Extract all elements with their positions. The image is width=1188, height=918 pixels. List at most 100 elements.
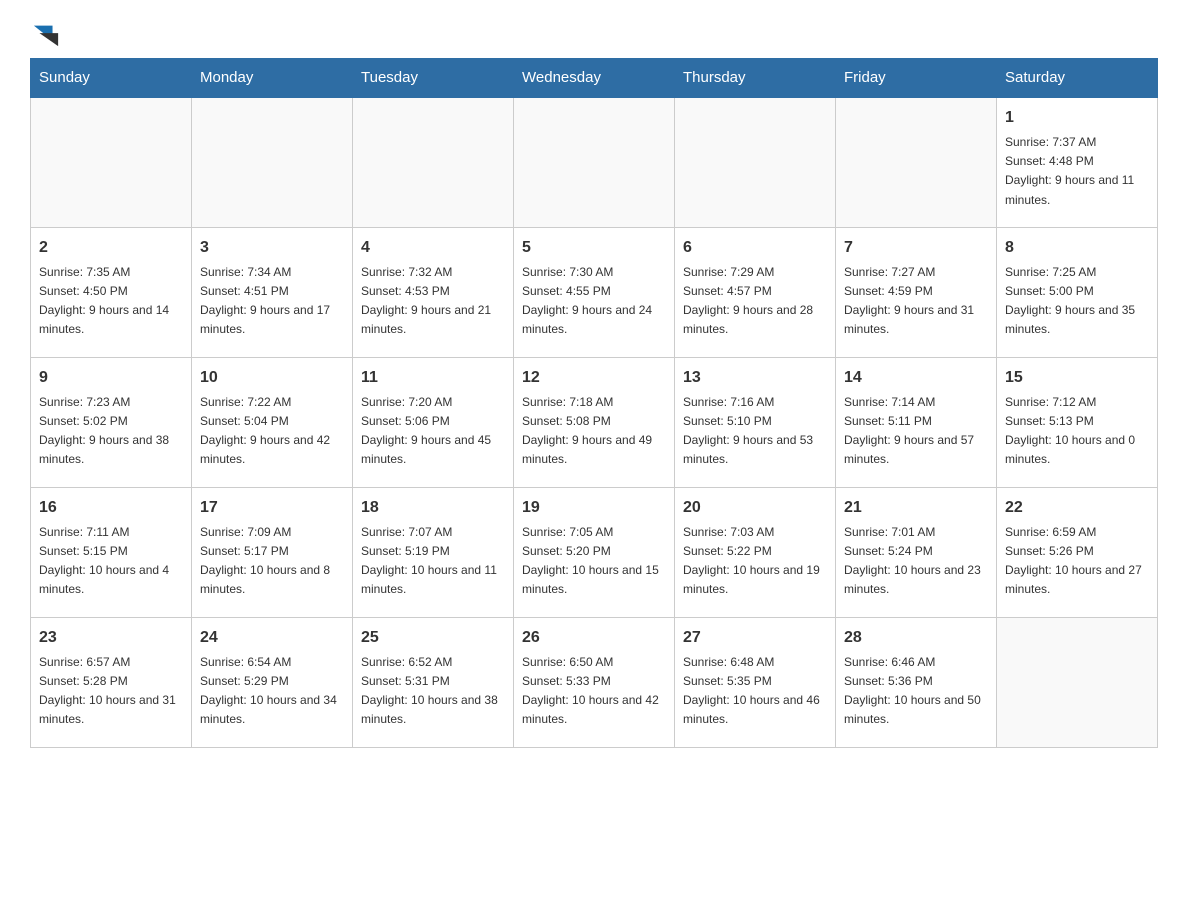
calendar-cell — [353, 97, 514, 227]
calendar-cell: 25 Sunrise: 6:52 AMSunset: 5:31 PMDayligh… — [353, 617, 514, 747]
calendar-cell: 1 Sunrise: 7:37 AMSunset: 4:48 PMDaylight… — [997, 97, 1158, 227]
calendar-cell: 6 Sunrise: 7:29 AMSunset: 4:57 PMDaylight… — [675, 227, 836, 357]
col-sunday: Sunday — [31, 59, 192, 98]
day-number: 2 — [39, 236, 183, 260]
calendar-cell: 23 Sunrise: 6:57 AMSunset: 5:28 PMDayligh… — [31, 617, 192, 747]
day-number: 9 — [39, 366, 183, 390]
calendar-cell — [514, 97, 675, 227]
day-info: Sunrise: 7:11 AMSunset: 5:15 PMDaylight:… — [39, 523, 183, 600]
day-number: 4 — [361, 236, 505, 260]
day-info: Sunrise: 7:07 AMSunset: 5:19 PMDaylight:… — [361, 523, 505, 600]
day-info: Sunrise: 7:34 AMSunset: 4:51 PMDaylight:… — [200, 263, 344, 340]
day-info: Sunrise: 7:23 AMSunset: 5:02 PMDaylight:… — [39, 393, 183, 470]
col-tuesday: Tuesday — [353, 59, 514, 98]
calendar-cell: 14 Sunrise: 7:14 AMSunset: 5:11 PMDayligh… — [836, 357, 997, 487]
calendar-cell: 13 Sunrise: 7:16 AMSunset: 5:10 PMDayligh… — [675, 357, 836, 487]
day-number: 15 — [1005, 366, 1149, 390]
day-number: 25 — [361, 626, 505, 650]
calendar-cell: 10 Sunrise: 7:22 AMSunset: 5:04 PMDayligh… — [192, 357, 353, 487]
calendar-cell — [31, 97, 192, 227]
col-saturday: Saturday — [997, 59, 1158, 98]
day-info: Sunrise: 7:29 AMSunset: 4:57 PMDaylight:… — [683, 263, 827, 340]
calendar-cell: 27Sunrise: 6:48 AMSunset: 5:35 PMDayligh… — [675, 617, 836, 747]
calendar-cell: 24Sunrise: 6:54 AMSunset: 5:29 PMDayligh… — [192, 617, 353, 747]
day-number: 18 — [361, 496, 505, 520]
day-info: Sunrise: 6:57 AMSunset: 5:28 PMDaylight:… — [39, 653, 183, 730]
calendar-week-row: 2 Sunrise: 7:35 AMSunset: 4:50 PMDaylight… — [31, 227, 1158, 357]
day-number: 20 — [683, 496, 827, 520]
calendar-cell: 22 Sunrise: 6:59 AMSunset: 5:26 PMDayligh… — [997, 487, 1158, 617]
day-number: 26 — [522, 626, 666, 650]
day-number: 12 — [522, 366, 666, 390]
calendar-cell: 4 Sunrise: 7:32 AMSunset: 4:53 PMDaylight… — [353, 227, 514, 357]
day-info: Sunrise: 7:12 AMSunset: 5:13 PMDaylight:… — [1005, 393, 1149, 470]
calendar-cell: 19 Sunrise: 7:05 AMSunset: 5:20 PMDayligh… — [514, 487, 675, 617]
calendar-cell: 3 Sunrise: 7:34 AMSunset: 4:51 PMDaylight… — [192, 227, 353, 357]
day-number: 19 — [522, 496, 666, 520]
calendar-cell — [192, 97, 353, 227]
day-info: Sunrise: 6:52 AMSunset: 5:31 PMDaylight:… — [361, 653, 505, 730]
calendar-cell: 16 Sunrise: 7:11 AMSunset: 5:15 PMDayligh… — [31, 487, 192, 617]
calendar-cell: 18 Sunrise: 7:07 AMSunset: 5:19 PMDayligh… — [353, 487, 514, 617]
day-number: 6 — [683, 236, 827, 260]
calendar-cell: 15 Sunrise: 7:12 AMSunset: 5:13 PMDayligh… — [997, 357, 1158, 487]
day-number: 1 — [1005, 106, 1149, 130]
day-number: 24 — [200, 626, 344, 650]
calendar-cell: 11Sunrise: 7:20 AMSunset: 5:06 PMDayligh… — [353, 357, 514, 487]
day-info: Sunrise: 7:01 AMSunset: 5:24 PMDaylight:… — [844, 523, 988, 600]
calendar-week-row: 16 Sunrise: 7:11 AMSunset: 5:15 PMDayligh… — [31, 487, 1158, 617]
day-info: Sunrise: 7:16 AMSunset: 5:10 PMDaylight:… — [683, 393, 827, 470]
day-number: 14 — [844, 366, 988, 390]
day-info: Sunrise: 6:59 AMSunset: 5:26 PMDaylight:… — [1005, 523, 1149, 600]
calendar-week-row: 1 Sunrise: 7:37 AMSunset: 4:48 PMDaylight… — [31, 97, 1158, 227]
day-info: Sunrise: 6:48 AMSunset: 5:35 PMDaylight:… — [683, 653, 827, 730]
day-number: 22 — [1005, 496, 1149, 520]
calendar-week-row: 9 Sunrise: 7:23 AMSunset: 5:02 PMDaylight… — [31, 357, 1158, 487]
calendar-week-row: 23 Sunrise: 6:57 AMSunset: 5:28 PMDayligh… — [31, 617, 1158, 747]
day-number: 8 — [1005, 236, 1149, 260]
day-info: Sunrise: 7:20 AMSunset: 5:06 PMDaylight:… — [361, 393, 505, 470]
calendar-cell: 28 Sunrise: 6:46 AMSunset: 5:36 PMDayligh… — [836, 617, 997, 747]
calendar-cell: 20 Sunrise: 7:03 AMSunset: 5:22 PMDayligh… — [675, 487, 836, 617]
day-number: 16 — [39, 496, 183, 520]
calendar-header-row: Sunday Monday Tuesday Wednesday Thursday… — [31, 59, 1158, 98]
day-info: Sunrise: 7:22 AMSunset: 5:04 PMDaylight:… — [200, 393, 344, 470]
calendar-cell — [675, 97, 836, 227]
day-number: 23 — [39, 626, 183, 650]
day-number: 17 — [200, 496, 344, 520]
calendar-cell: 21 Sunrise: 7:01 AMSunset: 5:24 PMDayligh… — [836, 487, 997, 617]
day-number: 10 — [200, 366, 344, 390]
calendar-cell: 26Sunrise: 6:50 AMSunset: 5:33 PMDayligh… — [514, 617, 675, 747]
day-info: Sunrise: 7:35 AMSunset: 4:50 PMDaylight:… — [39, 263, 183, 340]
calendar-cell: 5 Sunrise: 7:30 AMSunset: 4:55 PMDaylight… — [514, 227, 675, 357]
calendar-cell: 17 Sunrise: 7:09 AMSunset: 5:17 PMDayligh… — [192, 487, 353, 617]
col-wednesday: Wednesday — [514, 59, 675, 98]
day-info: Sunrise: 7:32 AMSunset: 4:53 PMDaylight:… — [361, 263, 505, 340]
day-number: 21 — [844, 496, 988, 520]
col-thursday: Thursday — [675, 59, 836, 98]
day-number: 5 — [522, 236, 666, 260]
calendar-table: Sunday Monday Tuesday Wednesday Thursday… — [30, 58, 1158, 748]
col-friday: Friday — [836, 59, 997, 98]
calendar-cell — [997, 617, 1158, 747]
day-info: Sunrise: 7:27 AMSunset: 4:59 PMDaylight:… — [844, 263, 988, 340]
day-info: Sunrise: 7:09 AMSunset: 5:17 PMDaylight:… — [200, 523, 344, 600]
day-info: Sunrise: 7:18 AMSunset: 5:08 PMDaylight:… — [522, 393, 666, 470]
day-info: Sunrise: 7:25 AMSunset: 5:00 PMDaylight:… — [1005, 263, 1149, 340]
day-info: Sunrise: 7:03 AMSunset: 5:22 PMDaylight:… — [683, 523, 827, 600]
day-info: Sunrise: 7:37 AMSunset: 4:48 PMDaylight:… — [1005, 133, 1149, 210]
day-number: 3 — [200, 236, 344, 260]
calendar-cell: 8 Sunrise: 7:25 AMSunset: 5:00 PMDaylight… — [997, 227, 1158, 357]
calendar-cell: 12 Sunrise: 7:18 AMSunset: 5:08 PMDayligh… — [514, 357, 675, 487]
day-info: Sunrise: 7:30 AMSunset: 4:55 PMDaylight:… — [522, 263, 666, 340]
calendar-cell — [836, 97, 997, 227]
day-info: Sunrise: 6:46 AMSunset: 5:36 PMDaylight:… — [844, 653, 988, 730]
calendar-cell: 7Sunrise: 7:27 AMSunset: 4:59 PMDaylight… — [836, 227, 997, 357]
day-info: Sunrise: 7:05 AMSunset: 5:20 PMDaylight:… — [522, 523, 666, 600]
calendar-cell: 9 Sunrise: 7:23 AMSunset: 5:02 PMDaylight… — [31, 357, 192, 487]
day-number: 28 — [844, 626, 988, 650]
day-info: Sunrise: 7:14 AMSunset: 5:11 PMDaylight:… — [844, 393, 988, 470]
calendar-cell: 2 Sunrise: 7:35 AMSunset: 4:50 PMDaylight… — [31, 227, 192, 357]
col-monday: Monday — [192, 59, 353, 98]
day-number: 13 — [683, 366, 827, 390]
